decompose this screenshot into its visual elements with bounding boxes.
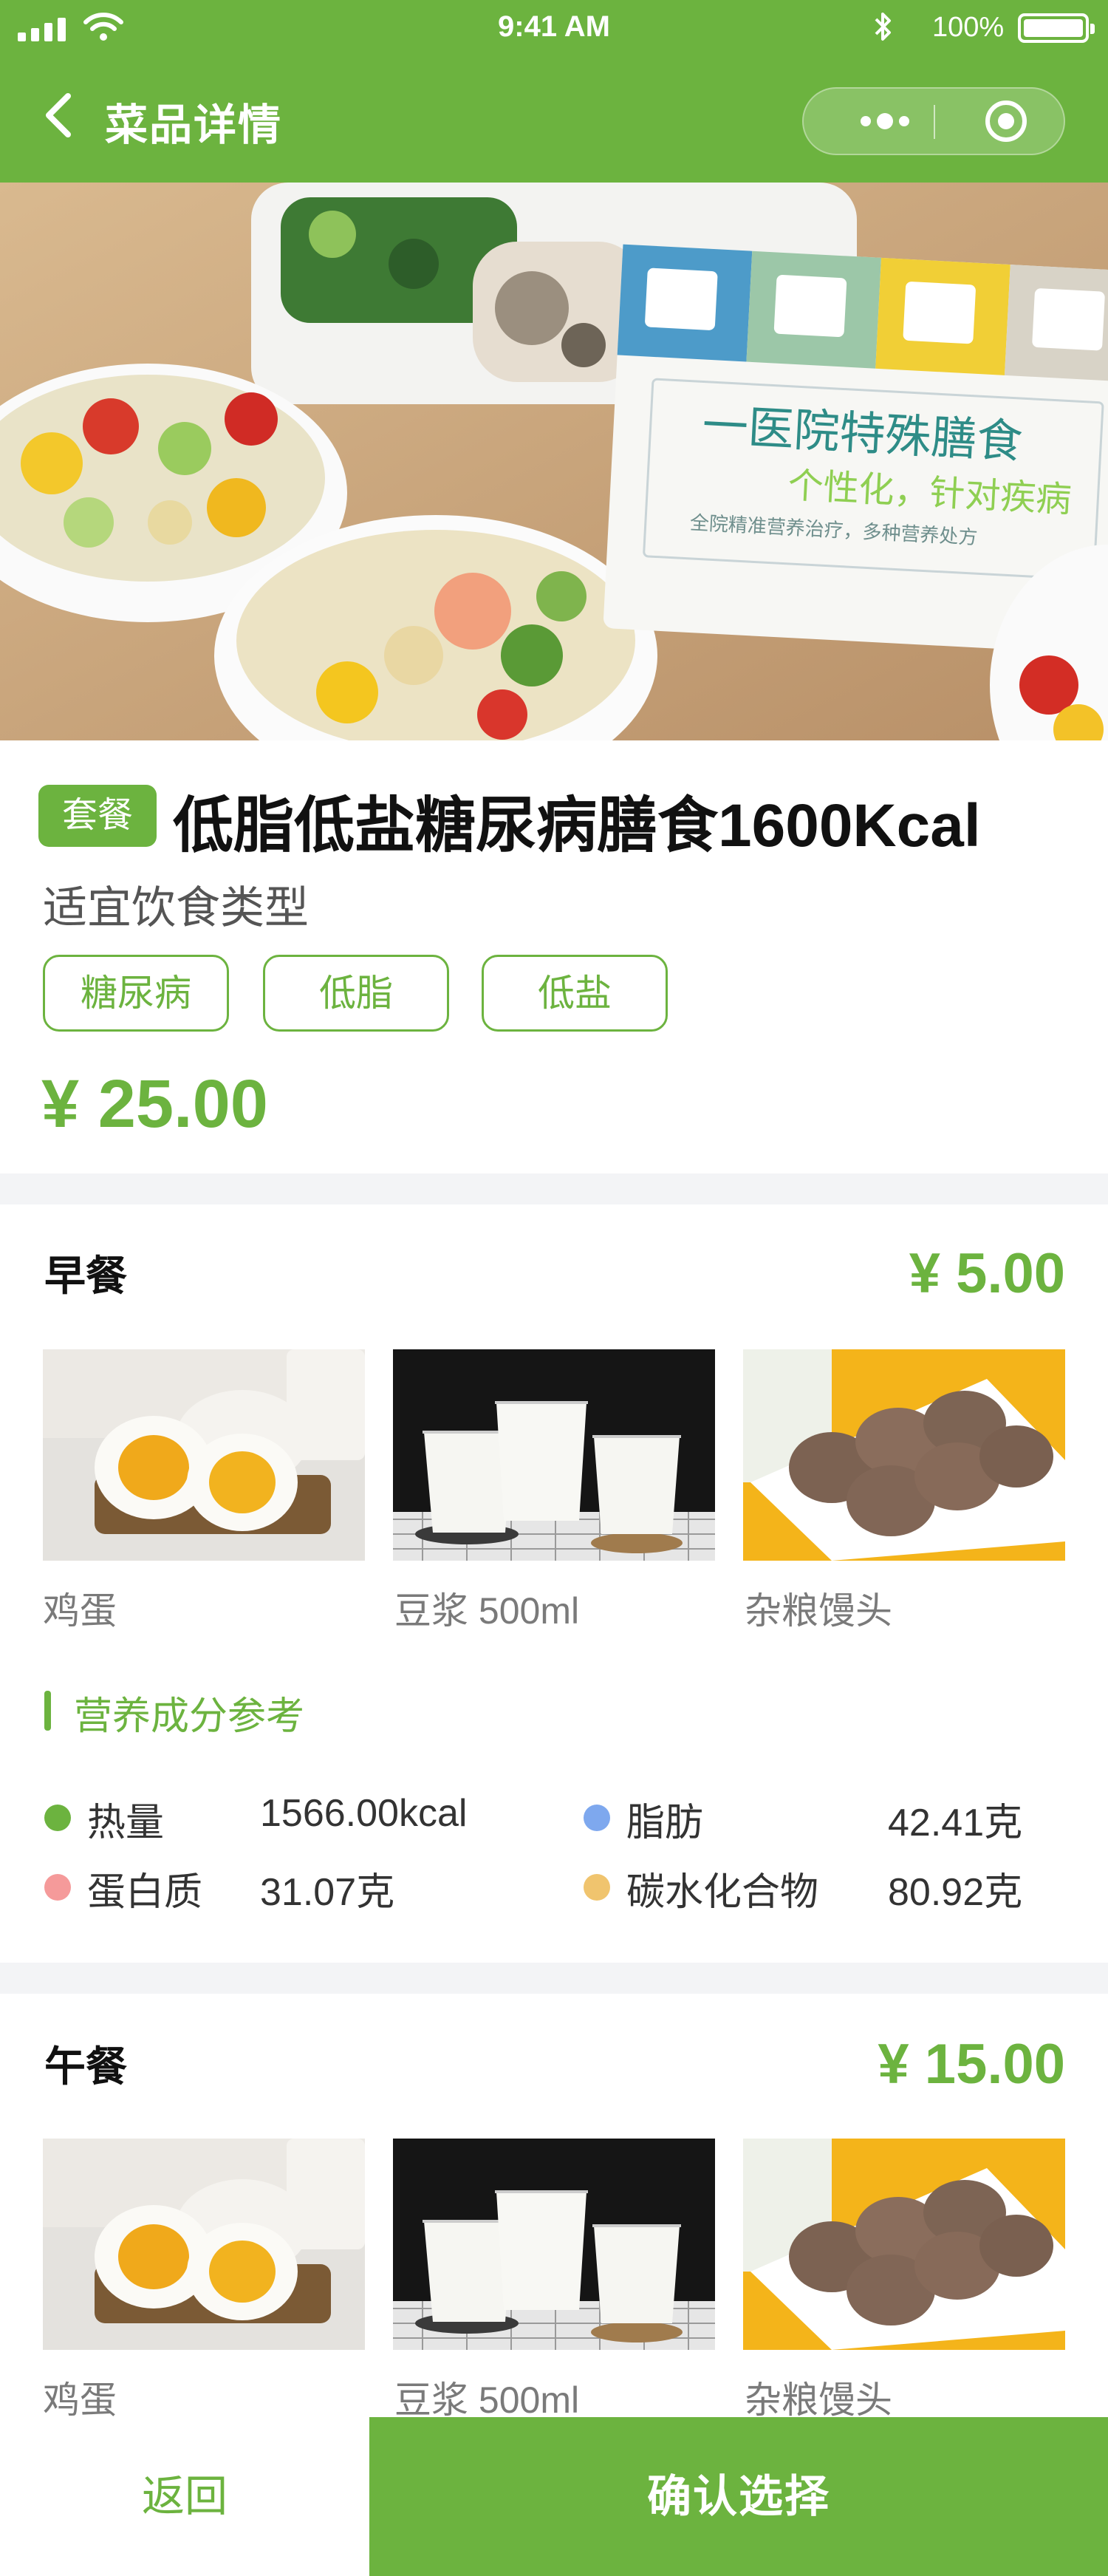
confirm-selection-button[interactable]: 确认选择 (369, 2417, 1108, 2576)
food-name: 杂粮馒头 (745, 1590, 892, 1632)
nav-bar: 菜品详情 (0, 74, 1108, 157)
header: 9:41 AM 100% 菜品详情 (0, 0, 1108, 183)
nutrient-label: 热量 (87, 1802, 165, 1844)
battery-percent: 100% (932, 12, 1005, 43)
food-image-egg (43, 2139, 365, 2350)
food-name: 鸡蛋 (43, 2379, 117, 2421)
nutrient-value: 31.07克 (260, 1871, 395, 1914)
mini-program-capsule (802, 87, 1065, 155)
food-name: 鸡蛋 (43, 1590, 117, 1632)
nutrient-label: 脂肪 (626, 1802, 704, 1844)
back-arrow-icon[interactable] (38, 92, 83, 139)
dish-hero-image: 一医院特殊膳食 个性化，针对疾病 全院精准营养治疗，多种营养处方 (0, 183, 1108, 740)
calorie-dot (44, 1805, 71, 1831)
breakfast-title: 早餐 (44, 1253, 127, 1299)
food-image-soymilk (393, 1349, 715, 1561)
more-icon[interactable] (833, 89, 937, 154)
status-bar: 9:41 AM 100% (0, 0, 1108, 59)
combo-badge: 套餐 (38, 785, 157, 847)
fat-dot (584, 1805, 610, 1831)
nutrition-heading-text: 营养成分参考 (74, 1695, 305, 1738)
diet-tag: 低盐 (482, 955, 668, 1032)
food-name: 杂粮馒头 (745, 2379, 892, 2421)
breakfast-price: ¥ 5.00 (909, 1242, 1065, 1305)
nutrient-label: 碳水化合物 (626, 1871, 819, 1914)
diet-type-label: 适宜饮食类型 (43, 883, 309, 933)
back-button[interactable]: 返回 (0, 2417, 369, 2576)
nutrient-value: 80.92克 (888, 1871, 1023, 1914)
dish-price: ¥ 25.00 (41, 1066, 268, 1142)
food-image-soymilk (393, 2139, 715, 2350)
section-divider (0, 1173, 1108, 1204)
battery-icon (1018, 13, 1095, 43)
diet-tag: 糖尿病 (43, 955, 229, 1032)
nutrient-label: 蛋白质 (87, 1871, 203, 1914)
food-image-buns (743, 2139, 1065, 2350)
dish-title: 低脂低盐糖尿病膳食1600Kcal (173, 792, 981, 859)
carbs-dot (584, 1874, 610, 1901)
food-name: 豆浆 500ml (394, 2379, 580, 2421)
protein-dot (44, 1874, 71, 1901)
nutrient-value: 1566.00kcal (260, 1792, 468, 1835)
nutrient-value: 42.41克 (888, 1802, 1023, 1844)
section-divider (0, 1963, 1108, 1994)
nutrition-heading-bar (44, 1691, 51, 1731)
bottom-action-bar: 返回 确认选择 (0, 2417, 1108, 2576)
food-image-buns (743, 1349, 1065, 1561)
food-image-egg (43, 1349, 365, 1561)
food-name: 豆浆 500ml (394, 1590, 580, 1632)
diet-tag: 低脂 (263, 955, 449, 1032)
close-target-icon[interactable] (984, 99, 1028, 143)
capsule-divider (934, 105, 935, 139)
lunch-price: ¥ 15.00 (878, 2033, 1065, 2096)
lunch-title: 午餐 (44, 2043, 127, 2090)
bluetooth-icon (873, 9, 894, 52)
page-title: 菜品详情 (105, 101, 283, 149)
